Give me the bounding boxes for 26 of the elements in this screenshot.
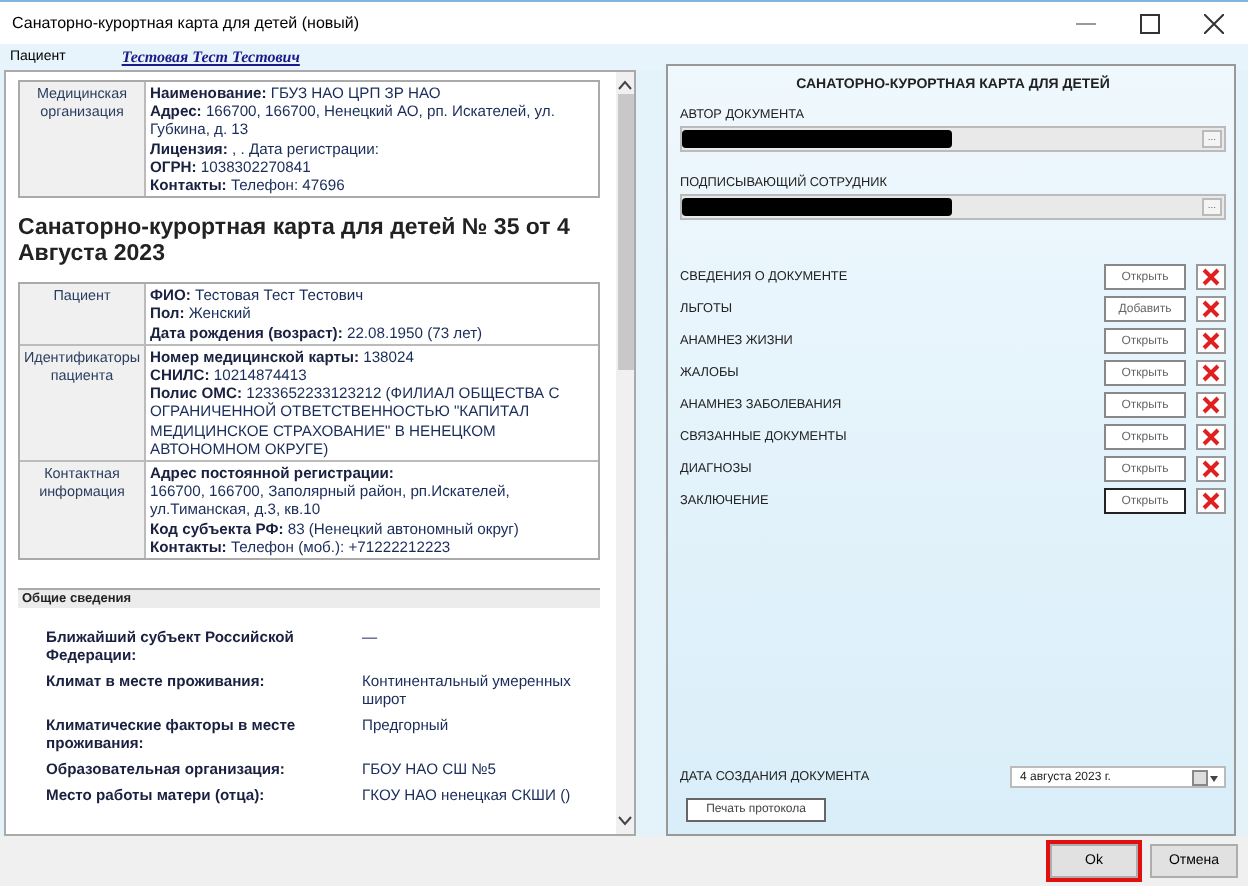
delete-icon [1202,364,1220,382]
scrollbar[interactable] [616,72,634,834]
scrollbar-thumb[interactable] [617,94,633,370]
document-title: Санаторно-курортная карта для детей № 35 от 4 Августа 2023 [18,216,572,269]
delete-icon [1202,460,1220,478]
scroll-up-icon[interactable] [618,80,632,90]
delete-button[interactable] [1196,264,1226,290]
delete-button[interactable] [1196,360,1226,386]
delete-icon [1202,300,1220,318]
delete-button[interactable] [1196,488,1226,514]
delete-icon [1202,492,1220,510]
calendar-dropdown-icon[interactable] [1192,769,1220,785]
delete-icon [1202,428,1220,446]
delete-button[interactable] [1196,392,1226,418]
maximize-icon[interactable] [1140,13,1160,33]
patient-name-link[interactable]: Тестовая Тест Тестович [121,48,300,66]
window-title: Санаторно-курортная карта для детей (новый) [12,14,362,32]
delete-button[interactable] [1196,456,1226,482]
delete-button[interactable] [1196,424,1226,450]
scroll-down-icon[interactable] [618,816,632,826]
delete-icon [1202,332,1220,350]
delete-icon [1202,396,1220,414]
delete-button[interactable] [1196,296,1226,322]
delete-button[interactable] [1196,328,1226,354]
delete-icon [1202,268,1220,286]
close-icon[interactable] [1204,13,1224,33]
